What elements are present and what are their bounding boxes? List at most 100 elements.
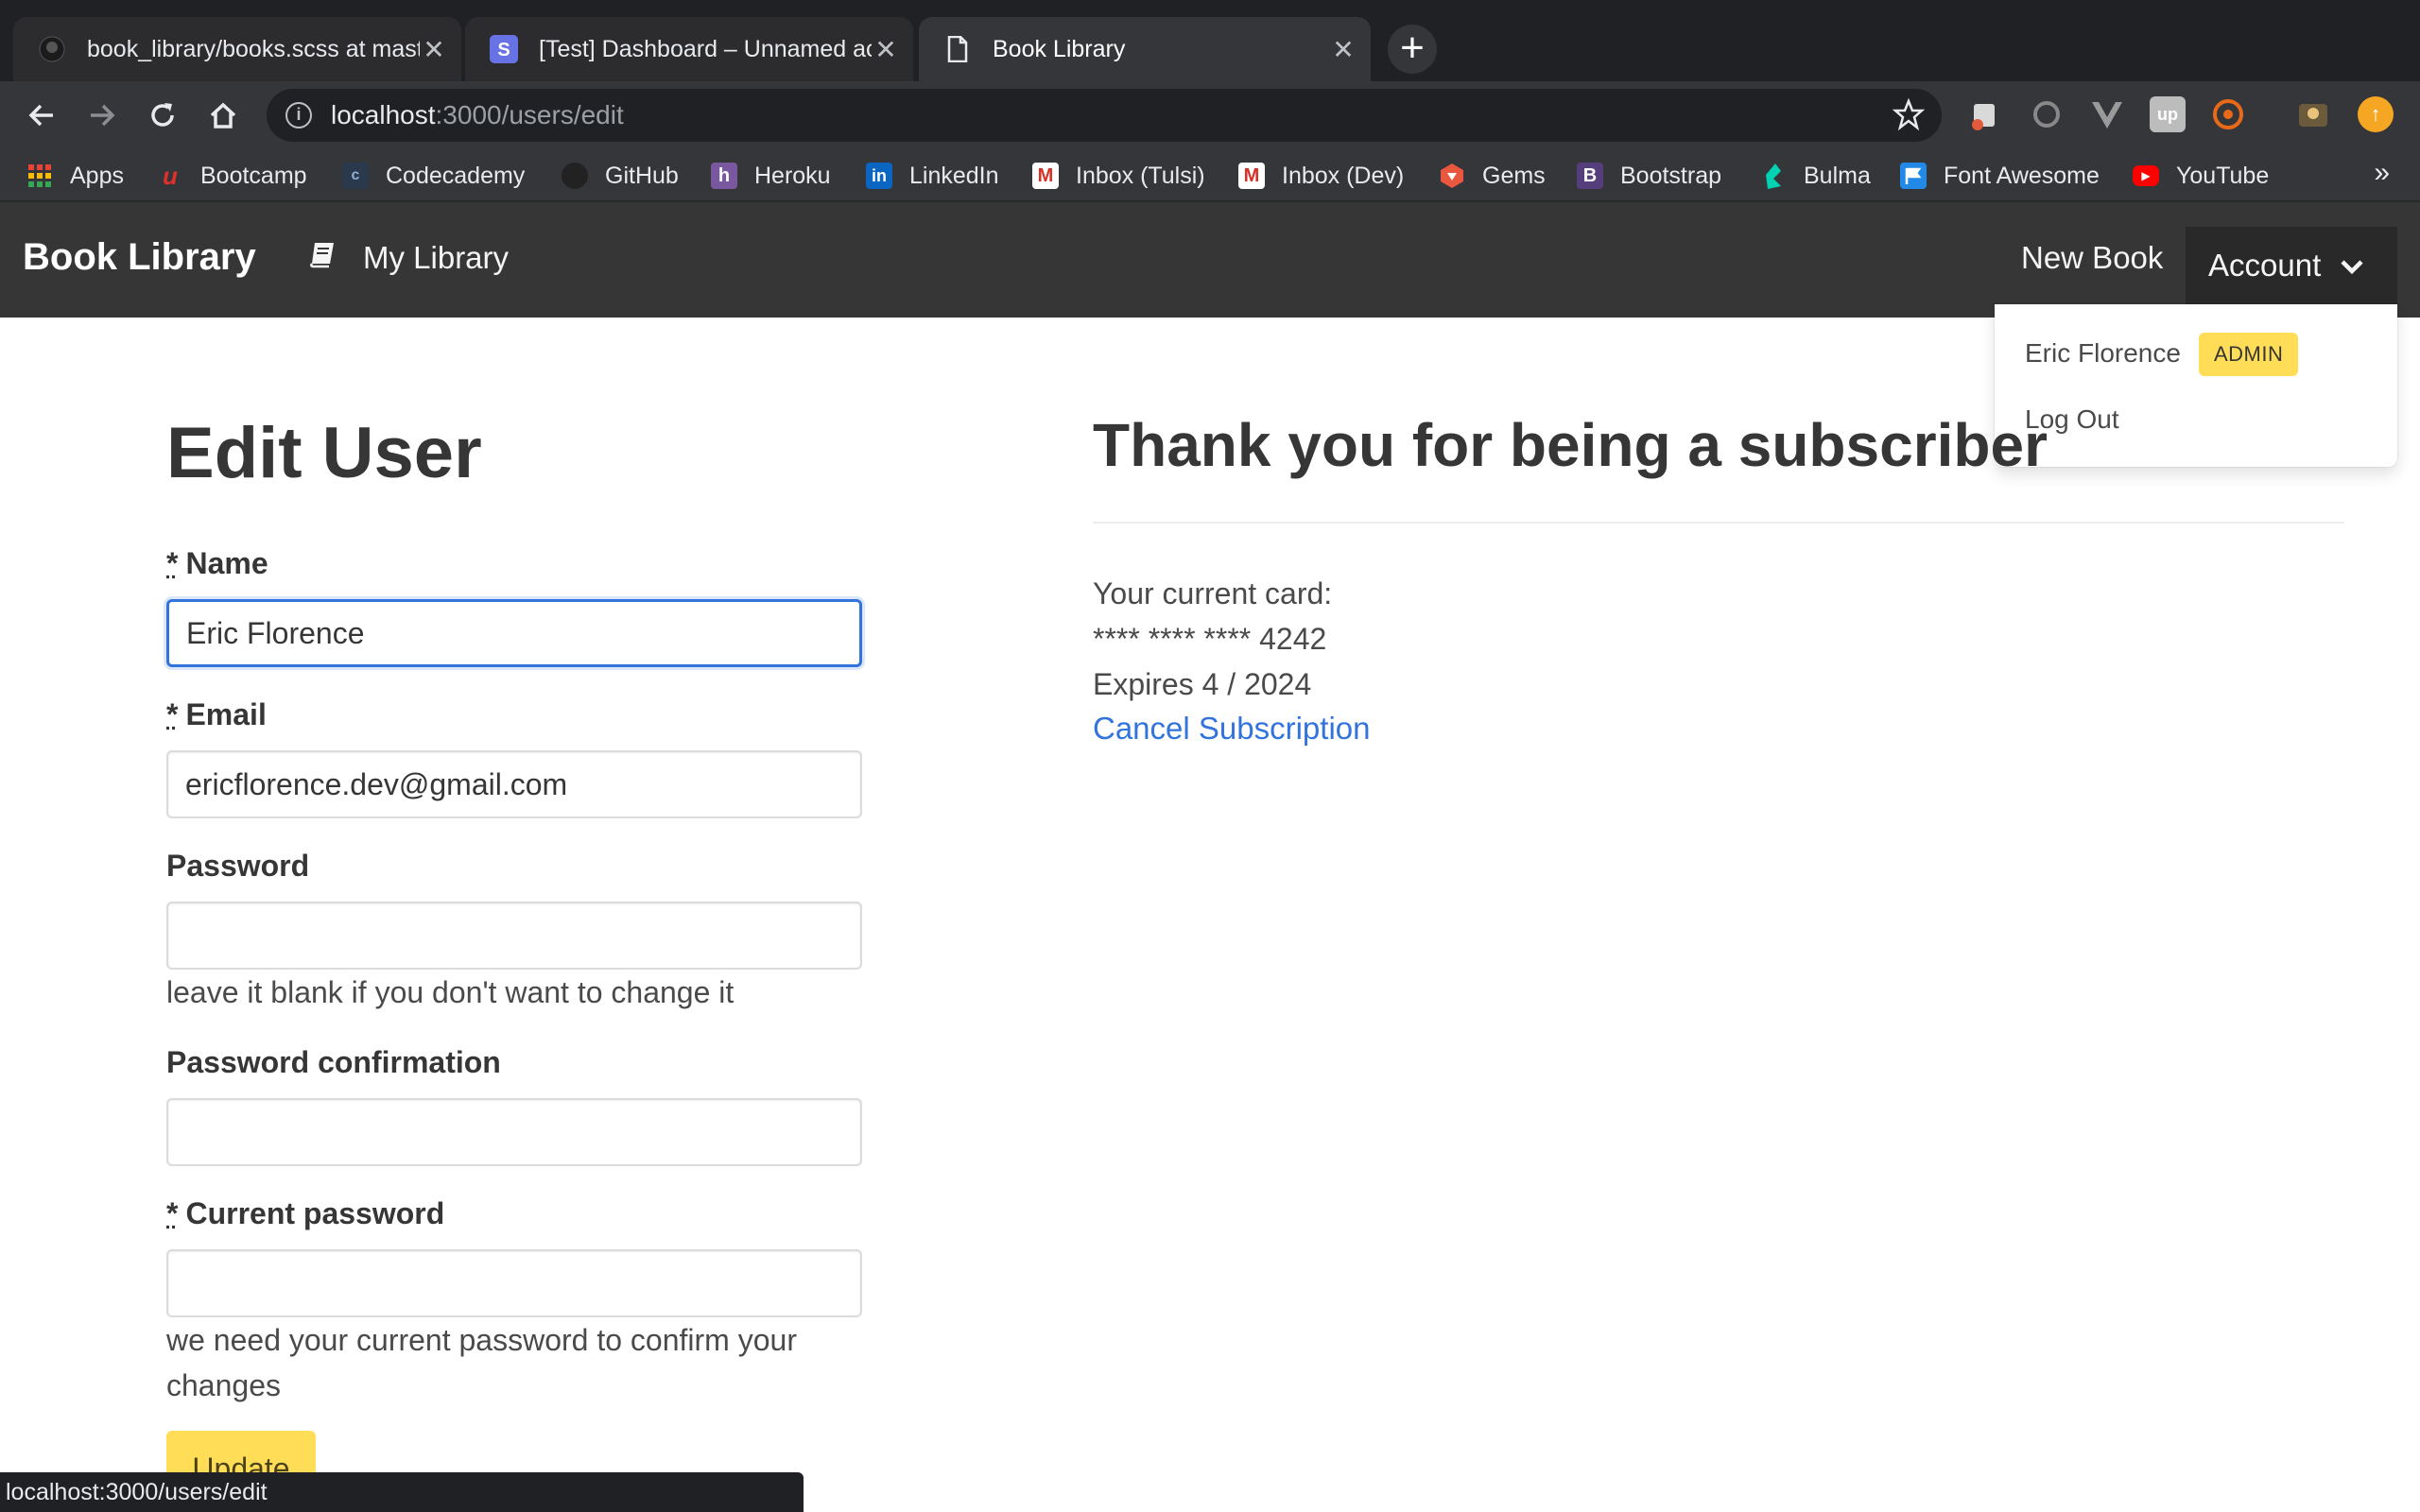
- bookmark-bootcamp[interactable]: u Bootcamp: [157, 159, 307, 193]
- bookmark-heroku[interactable]: h Heroku: [711, 159, 831, 193]
- required-mark: *: [166, 1196, 179, 1230]
- github-icon: [562, 163, 588, 189]
- extension-icon[interactable]: [2295, 96, 2331, 132]
- current-password-field[interactable]: [166, 1249, 862, 1317]
- tab-title: book_library/books.scss at master · eric…: [87, 35, 420, 62]
- reload-icon: [151, 103, 174, 127]
- bookmark-codecademy[interactable]: c Codecademy: [342, 159, 525, 193]
- gmail-icon: M: [1238, 163, 1265, 189]
- bootstrap-icon: B: [1577, 163, 1603, 189]
- bookmark-github[interactable]: GitHub: [562, 159, 679, 193]
- name-field[interactable]: [166, 599, 862, 667]
- name-label-text: Name: [185, 546, 268, 580]
- apps-grid-icon: [26, 163, 53, 189]
- flag-icon: [1900, 163, 1927, 189]
- bookmark-linkedin[interactable]: in LinkedIn: [866, 159, 999, 193]
- bookmark-gems[interactable]: Gems: [1439, 159, 1546, 193]
- info-icon[interactable]: i: [285, 102, 312, 129]
- codecademy-icon: c: [342, 163, 369, 189]
- bookmark-label: Inbox (Tulsi): [1076, 162, 1205, 189]
- bookmarks-bar: Apps u Bootcamp c Codecademy GitHub h Herok…: [0, 149, 2420, 202]
- card-expiry: Expires 4 / 2024: [1093, 667, 1312, 701]
- close-icon[interactable]: ✕: [1329, 34, 1357, 65]
- book-icon: [308, 240, 337, 276]
- extension-icon[interactable]: [1966, 96, 2002, 132]
- extension-icon[interactable]: [2210, 96, 2246, 132]
- linkedin-icon: in: [866, 163, 892, 189]
- current-card-label: Your current card:: [1093, 576, 1333, 610]
- my-library-link[interactable]: My Library: [308, 240, 509, 276]
- youtube-icon: ▶: [2133, 165, 2159, 186]
- bookmark-font-awesome[interactable]: Font Awesome: [1900, 159, 2100, 193]
- close-icon[interactable]: ✕: [872, 34, 900, 65]
- browser-toolbar: i localhost:3000/users/edit up ↑: [0, 81, 2420, 149]
- bookmark-youtube[interactable]: ▶ YouTube: [2133, 159, 2269, 193]
- close-icon[interactable]: ✕: [420, 34, 448, 65]
- url-host: localhost: [331, 100, 436, 129]
- tab-github[interactable]: book_library/books.scss at master · eric…: [13, 17, 461, 81]
- arrow-left-icon: [28, 104, 53, 127]
- bookmark-label: GitHub: [605, 162, 679, 189]
- new-book-link[interactable]: New Book: [2021, 240, 2163, 276]
- current-password-label: * Current password: [166, 1196, 444, 1231]
- tab-stripe-dashboard[interactable]: S [Test] Dashboard – Unnamed account ✕: [465, 17, 913, 81]
- bookmark-label: Codecademy: [386, 162, 526, 189]
- rubygems-icon: [1439, 163, 1465, 189]
- arrow-right-icon: [91, 104, 115, 127]
- back-button[interactable]: [19, 93, 64, 138]
- bookmarks-overflow-button[interactable]: »: [2374, 157, 2390, 189]
- navbar-brand[interactable]: Book Library: [23, 236, 256, 279]
- email-label-text: Email: [185, 697, 267, 731]
- email-field[interactable]: [166, 750, 862, 818]
- cancel-subscription-link[interactable]: Cancel Subscription: [1093, 711, 1371, 747]
- tab-book-library[interactable]: Book Library ✕: [919, 17, 1371, 81]
- bookmark-label: Bootcamp: [200, 162, 307, 189]
- name-label: * Name: [166, 546, 268, 581]
- bulma-icon: [1760, 163, 1787, 189]
- bookmark-label: Font Awesome: [1944, 162, 2100, 189]
- bookmark-label: YouTube: [2176, 162, 2270, 189]
- upwork-icon[interactable]: up: [2150, 96, 2186, 132]
- bookmark-apps[interactable]: Apps: [26, 159, 124, 193]
- profile-avatar[interactable]: ↑: [2358, 96, 2394, 132]
- account-dropdown-menu: Eric Florence ADMIN Log Out: [1995, 304, 2397, 467]
- password-label: Password: [166, 849, 310, 883]
- new-tab-button[interactable]: +: [1388, 25, 1437, 74]
- bookmark-label: LinkedIn: [909, 162, 999, 189]
- password-field[interactable]: [166, 902, 862, 970]
- vue-devtools-icon[interactable]: [2089, 96, 2125, 132]
- password-help-text: leave it blank if you don't want to chan…: [166, 975, 735, 1009]
- bookmark-label: Bulma: [1804, 162, 1871, 189]
- stripe-s-icon: S: [490, 35, 518, 63]
- required-mark: *: [166, 697, 179, 731]
- bookmark-inbox-tulsi[interactable]: M Inbox (Tulsi): [1032, 159, 1205, 193]
- home-icon: [210, 102, 236, 129]
- required-mark: *: [166, 546, 179, 580]
- gmail-icon: M: [1032, 163, 1059, 189]
- bookmark-star-icon[interactable]: [1892, 97, 1926, 135]
- app-navbar: Book Library My Library New Book Account: [0, 202, 2420, 318]
- password-confirmation-field[interactable]: [166, 1098, 862, 1166]
- bootcamp-icon: u: [163, 161, 178, 190]
- current-password-help-text: we need your current password to confirm…: [166, 1323, 797, 1402]
- bookmark-label: Gems: [1482, 162, 1546, 189]
- browser-status-bar: localhost:3000/users/edit: [0, 1472, 804, 1512]
- home-button[interactable]: [200, 93, 246, 138]
- my-library-label: My Library: [363, 240, 510, 275]
- reload-button[interactable]: [140, 93, 185, 138]
- tab-title: Book Library: [993, 35, 1126, 62]
- extension-icon[interactable]: [2029, 96, 2065, 132]
- account-dropdown-trigger[interactable]: Account: [2186, 227, 2397, 304]
- email-label: * Email: [166, 697, 267, 732]
- browser-tab-strip: book_library/books.scss at master · eric…: [0, 0, 2420, 81]
- forward-button[interactable]: [79, 93, 125, 138]
- dropdown-user-name[interactable]: Eric Florence: [2025, 338, 2181, 369]
- bookmark-bootstrap[interactable]: B Bootstrap: [1577, 159, 1721, 193]
- password-confirmation-label: Password confirmation: [166, 1045, 501, 1079]
- address-bar[interactable]: i localhost:3000/users/edit: [267, 89, 1942, 142]
- bookmark-bulma[interactable]: Bulma: [1760, 159, 1871, 193]
- page-title: Edit User: [166, 413, 482, 493]
- bookmark-inbox-dev[interactable]: M Inbox (Dev): [1238, 159, 1404, 193]
- heroku-icon: h: [711, 163, 737, 189]
- bookmark-label: Apps: [70, 162, 124, 189]
